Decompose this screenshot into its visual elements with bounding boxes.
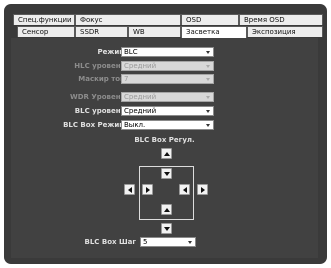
- chevron-down-icon: [206, 78, 210, 81]
- tab-wb[interactable]: WB: [128, 26, 181, 37]
- row-hlc-level: HLC уровень Средний: [11, 61, 318, 72]
- tab-label: Сенсор: [22, 28, 49, 36]
- tab-label: Фокус: [80, 16, 103, 24]
- arrow-up-icon: [163, 151, 170, 156]
- hlc-level-select[interactable]: Средний: [121, 61, 214, 71]
- chevron-down-icon: [206, 110, 210, 113]
- arrow-right-icon: [200, 186, 205, 193]
- chevron-down-icon: [206, 65, 210, 68]
- tab-label: Экспозиция: [252, 28, 296, 36]
- tab-label: OSD: [186, 16, 202, 24]
- arrow-down-icon: [163, 226, 170, 231]
- wdr-level-value: Средний: [124, 93, 157, 101]
- tab-focus[interactable]: Фокус: [75, 14, 181, 25]
- inner-up-button[interactable]: [161, 204, 172, 215]
- row-blc-box-mode: BLC Box Режим Выкл.: [11, 120, 318, 131]
- tab-label: SSDR: [80, 28, 100, 36]
- blc-box-step-label: BLC Box Шаг: [84, 238, 137, 246]
- blc-level-select[interactable]: Средний: [121, 106, 214, 116]
- arrow-up-icon: [163, 207, 170, 212]
- row-wdr-level: WDR Уровень Средний: [11, 92, 318, 103]
- blc-box-step-value: 5: [143, 238, 148, 246]
- tab-exposure[interactable]: Экспозиция: [247, 26, 323, 37]
- outer-down-button[interactable]: [161, 223, 172, 234]
- mask-label: Маскир той: [78, 75, 125, 83]
- tab-label: WB: [133, 28, 145, 36]
- arrow-down-icon: [163, 171, 170, 176]
- hlc-level-value: Средний: [124, 62, 157, 70]
- outer-right-button[interactable]: [197, 184, 208, 195]
- inner-left-button[interactable]: [179, 184, 190, 195]
- mask-select[interactable]: 7: [121, 74, 214, 84]
- arrow-left-icon: [127, 186, 132, 193]
- tab-sensor[interactable]: Сенсор: [17, 26, 75, 37]
- tab-osd[interactable]: OSD: [181, 14, 239, 25]
- tab-label: Засветка: [186, 28, 220, 36]
- inner-right-button[interactable]: [142, 184, 153, 195]
- wdr-level-select[interactable]: Средний: [121, 92, 214, 102]
- mode-value: BLC: [124, 48, 138, 56]
- tab-label: Спец.функции: [18, 16, 72, 24]
- chevron-down-icon: [206, 51, 210, 54]
- blc-box-mode-label: BLC Box Режим: [63, 121, 125, 129]
- chevron-down-icon: [206, 96, 210, 99]
- row-blc-box-step: BLC Box Шаг 5: [11, 237, 318, 248]
- row-mask: Маскир той 7: [11, 74, 318, 85]
- tab-backlight[interactable]: Засветка: [181, 26, 247, 38]
- outer-left-button[interactable]: [124, 184, 135, 195]
- row-blc-level: BLC уровень Средний: [11, 106, 318, 117]
- arrow-left-icon: [182, 186, 187, 193]
- blc-box-title: BLC Box Регул.: [134, 136, 195, 144]
- mode-select[interactable]: BLC: [121, 47, 214, 57]
- row-mode: Режим BLC: [11, 47, 318, 58]
- tab-ssdr[interactable]: SSDR: [75, 26, 128, 37]
- hlc-level-label: HLC уровень: [74, 62, 125, 70]
- blc-box-mode-value: Выкл.: [124, 121, 146, 129]
- blc-box-step-select[interactable]: 5: [140, 237, 196, 247]
- tab-label: Время OSD: [244, 16, 285, 24]
- mask-value: 7: [124, 75, 129, 83]
- backlight-settings-panel: Режим BLC HLC уровень Средний Маскир той…: [11, 38, 318, 258]
- blc-box-mode-select[interactable]: Выкл.: [121, 120, 214, 130]
- tab-osd-time[interactable]: Время OSD: [239, 14, 323, 25]
- wdr-level-label: WDR Уровень: [69, 93, 125, 101]
- arrow-right-icon: [145, 186, 150, 193]
- chevron-down-icon: [206, 124, 210, 127]
- chevron-down-icon: [188, 241, 192, 244]
- tab-special-functions[interactable]: Спец.функции: [13, 14, 75, 25]
- inner-down-button[interactable]: [161, 168, 172, 179]
- blc-level-value: Средний: [124, 107, 157, 115]
- blc-level-label: BLC уровень: [74, 107, 125, 115]
- outer-up-button[interactable]: [161, 148, 172, 159]
